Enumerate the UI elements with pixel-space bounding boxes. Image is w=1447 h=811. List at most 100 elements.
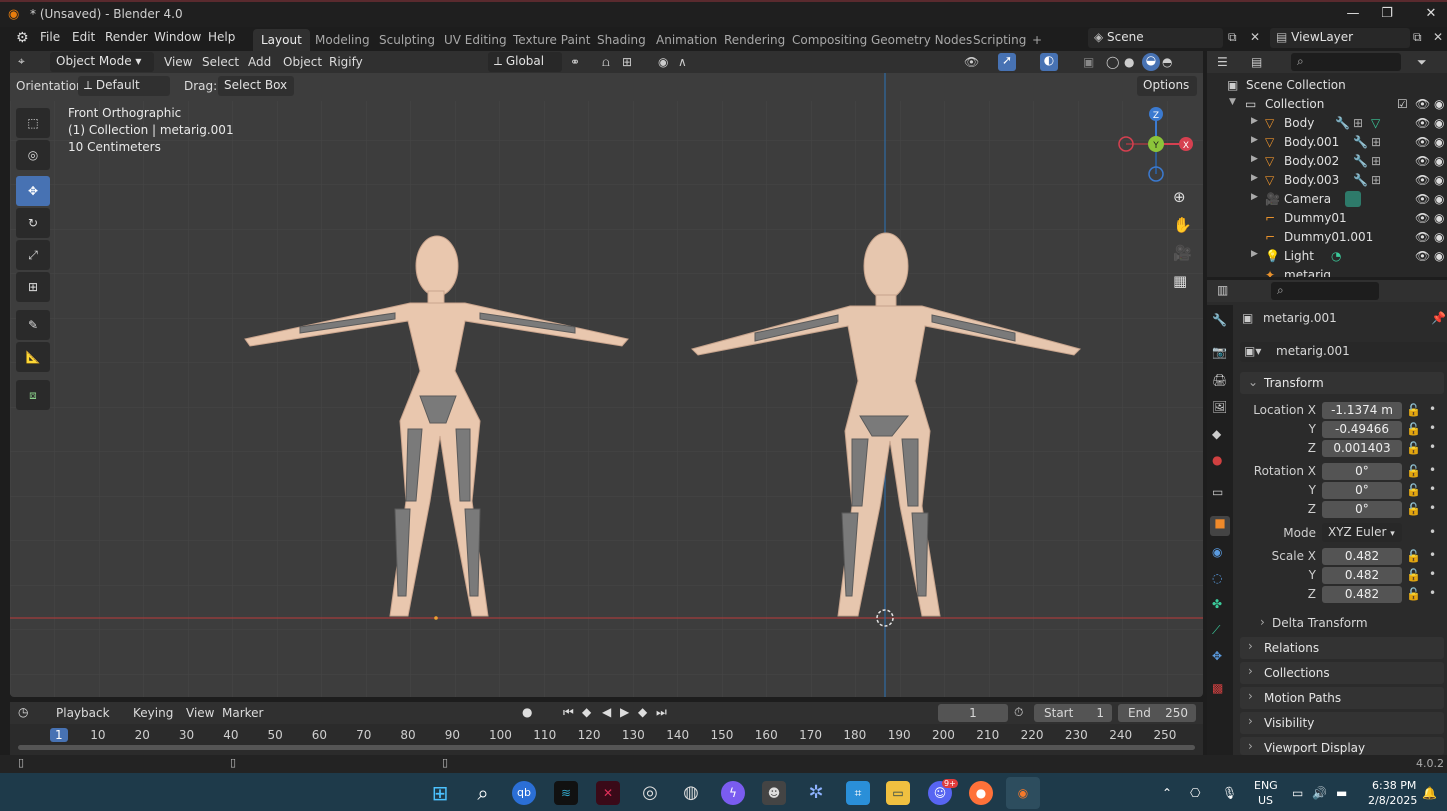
blender-menu-icon[interactable]: ⚙ (16, 30, 29, 46)
outliner-item[interactable]: ▶ ▽ Body 🔧 ⊞ ▽ 👁 ◉ (1207, 115, 1447, 134)
snap-target-icon[interactable]: ⊞ (622, 55, 632, 69)
lock-icon[interactable]: 🔓 (1406, 587, 1421, 601)
start-frame-field[interactable]: Start 1 (1034, 704, 1112, 722)
remove-scene-icon[interactable]: ✕ (1250, 30, 1260, 44)
pivot-point-icon[interactable]: ⚭ (570, 55, 580, 69)
eye-icon[interactable]: 👁 (1415, 211, 1430, 225)
viewport-display-panel-header[interactable]: › Viewport Display (1240, 737, 1444, 755)
menu-render[interactable]: Render (105, 30, 148, 44)
eye-icon[interactable]: 👁 (1415, 249, 1430, 263)
region-label[interactable]: US (1258, 794, 1273, 807)
outliner[interactable]: ☰ ▤ ⌕ ⏷ ▣ Scene Collection ▼ ▭ Collectio… (1207, 51, 1447, 277)
keyframe-dot-icon[interactable]: • (1429, 463, 1436, 477)
viewlayer-selector[interactable]: ▤ ViewLayer (1270, 28, 1410, 48)
tab-layout[interactable]: Layout (253, 29, 310, 51)
rotation-mode-dropdown[interactable]: XYZ Euler ▾ (1322, 523, 1402, 542)
eye-icon[interactable]: 👁 (1415, 135, 1430, 149)
gizmo-toggle-icon[interactable]: ➚ (998, 53, 1016, 71)
cursor-tool[interactable]: ◎ (16, 140, 50, 170)
output-tab-icon[interactable]: 🖨 (1212, 373, 1227, 387)
lock-icon[interactable]: 🔓 (1406, 464, 1421, 478)
vp-menu-rigify[interactable]: Rigify (329, 55, 363, 69)
maximize-button[interactable]: ❐ (1372, 6, 1402, 26)
view-layer-tab-icon[interactable]: 🖼 (1212, 400, 1227, 414)
jump-end-icon[interactable]: ⏭ (656, 705, 667, 720)
rotate-tool[interactable]: ↻ (16, 208, 50, 238)
network-icon[interactable]: ▭ (1292, 786, 1303, 800)
pan-hand-icon[interactable]: ✋ (1173, 216, 1192, 234)
texture-tab-icon[interactable]: ▩ (1212, 681, 1223, 695)
add-cube-tool[interactable]: ⧈ (16, 380, 50, 410)
eye-icon[interactable]: 👁 (1415, 192, 1430, 206)
world-tab-icon[interactable]: ● (1212, 453, 1222, 467)
data-tab-icon[interactable]: ✥ (1212, 649, 1222, 663)
timeline[interactable]: ◷ Playback Keying View Marker ● ⏮ ◆ ◀ ▶ … (10, 702, 1203, 755)
search-icon[interactable]: ⌕ (471, 781, 495, 805)
tab-compositing[interactable]: Compositing (784, 29, 875, 51)
display-mode-icon[interactable]: ▤ (1251, 55, 1262, 69)
lock-icon[interactable]: 🔓 (1406, 502, 1421, 516)
keyframe-dot-icon[interactable]: • (1429, 501, 1436, 515)
tray-app-icon[interactable]: ⎔ (1190, 786, 1200, 800)
keyframe-dot-icon[interactable]: • (1429, 402, 1436, 416)
tab-shading[interactable]: Shading (589, 29, 654, 51)
scale-x-field[interactable]: 0.482 (1322, 548, 1402, 565)
menu-edit[interactable]: Edit (72, 30, 95, 44)
scale-z-field[interactable]: 0.482 (1322, 586, 1402, 603)
camera-view-icon[interactable]: 🎥 (1173, 244, 1192, 262)
lock-icon[interactable]: 🔓 (1406, 403, 1421, 417)
outliner-search-input[interactable]: ⌕ (1291, 53, 1401, 71)
camera-render-icon[interactable]: ◉ (1434, 154, 1444, 168)
obs-icon[interactable]: ◍ (679, 781, 703, 805)
keyframe-dot-icon[interactable]: • (1429, 421, 1436, 435)
vp-menu-view[interactable]: View (164, 55, 192, 69)
language-label[interactable]: ENG (1254, 779, 1278, 792)
object-name-field[interactable]: ▣▾ metarig.001 (1240, 342, 1447, 362)
transform-orientation-selector[interactable]: ⟂ Global (488, 52, 562, 72)
outliner-item[interactable]: ▶ 🎥 Camera 👁 ◉ (1207, 191, 1447, 210)
start-windows-icon[interactable]: ⊞ (428, 781, 452, 805)
scene-selector[interactable]: ◈ Scene (1088, 28, 1223, 48)
physics-tab-icon[interactable]: ✤ (1212, 597, 1222, 611)
menu-file[interactable]: File (40, 30, 60, 44)
eye-icon[interactable]: 👁 (1415, 173, 1430, 187)
add-workspace-button[interactable]: + (1024, 29, 1050, 51)
object-tab-icon[interactable]: ■ (1210, 516, 1230, 536)
play-reverse-icon[interactable]: ◀ (602, 705, 611, 719)
zoom-icon[interactable]: ⊕ (1173, 188, 1186, 206)
delta-transform-subpanel[interactable]: › Delta Transform (1250, 613, 1440, 633)
vp-menu-object[interactable]: Object (283, 55, 322, 69)
location-x-field[interactable]: -1.1374 m (1322, 402, 1402, 419)
camera-render-icon[interactable]: ◉ (1434, 192, 1444, 206)
particles-tab-icon[interactable]: ◌ (1212, 571, 1222, 585)
timeline-menu-playback[interactable]: Playback (56, 706, 110, 720)
camera-render-icon[interactable]: ◉ (1434, 97, 1444, 111)
keyframe-dot-icon[interactable]: • (1429, 567, 1436, 581)
overlays-toggle-icon[interactable]: ◐ (1040, 53, 1058, 71)
new-viewlayer-icon[interactable]: ⧉ (1413, 30, 1422, 45)
rotation-z-field[interactable]: 0° (1322, 501, 1402, 518)
constraints-tab-icon[interactable]: ⟋ (1212, 623, 1220, 638)
expand-arrow-icon[interactable]: ▼ (1229, 97, 1236, 107)
timeline-scrollbar[interactable] (18, 745, 1195, 750)
scene-tab-icon[interactable]: ◆ (1212, 427, 1221, 441)
snap-icon[interactable]: ⩍ (602, 55, 610, 70)
vortex-app-icon[interactable]: ✕ (596, 781, 620, 805)
properties-editor-icon[interactable]: ▥ (1217, 283, 1228, 297)
expand-arrow-icon[interactable]: ▶ (1251, 173, 1258, 183)
motion-paths-panel-header[interactable]: › Motion Paths (1240, 687, 1444, 709)
camera-render-icon[interactable]: ◉ (1434, 173, 1444, 187)
location-y-field[interactable]: -0.49466 (1322, 421, 1402, 438)
lock-icon[interactable]: 🔓 (1406, 422, 1421, 436)
rotation-y-field[interactable]: 0° (1322, 482, 1402, 499)
tab-sculpting[interactable]: Sculpting (371, 29, 443, 51)
move-tool[interactable]: ✥ (16, 176, 50, 206)
outliner-item[interactable]: ⌐ Dummy01 👁 ◉ (1207, 210, 1447, 229)
end-frame-field[interactable]: End 250 (1118, 704, 1196, 722)
file-explorer-icon[interactable]: ▭ (886, 781, 910, 805)
expand-arrow-icon[interactable]: ▶ (1251, 154, 1258, 164)
menu-window[interactable]: Window (154, 30, 201, 44)
play-icon[interactable]: ▶ (620, 705, 629, 719)
lock-icon[interactable]: 🔓 (1406, 549, 1421, 563)
jump-start-icon[interactable]: ⏮ (563, 705, 574, 720)
